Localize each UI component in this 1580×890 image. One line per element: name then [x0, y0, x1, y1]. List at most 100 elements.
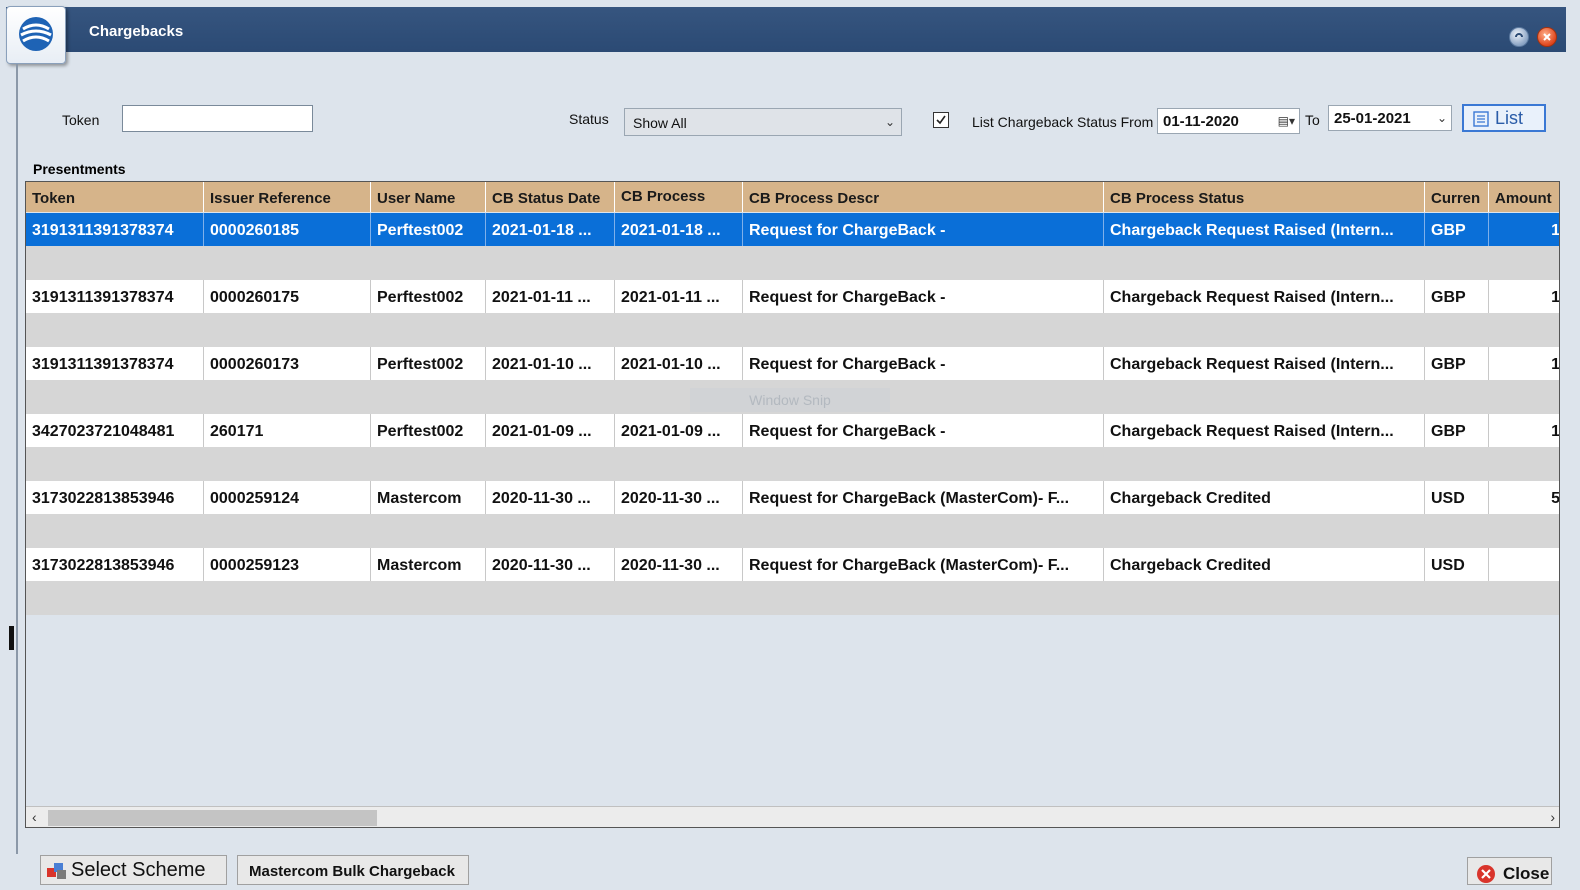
cell-amount: 1: [1489, 347, 1559, 380]
row-spacer: [26, 246, 1559, 280]
window-left-border: [16, 64, 18, 854]
window-title: Chargebacks: [89, 23, 184, 40]
cell-cb-process-status: Chargeback Credited: [1104, 548, 1425, 581]
status-select-value: Show All: [633, 115, 687, 131]
table-row[interactable]: 3191311391378374 0000260185 Perftest002 …: [26, 213, 1559, 246]
cell-cb-process: 2021-01-11 ...: [615, 280, 743, 313]
cell-issuer-reference: 0000259123: [204, 548, 371, 581]
cell-amount: 1: [1489, 414, 1559, 447]
cell-currency: USD: [1425, 481, 1489, 514]
close-button[interactable]: Close: [1467, 857, 1552, 885]
cell-amount: 1: [1489, 213, 1559, 246]
table-row[interactable]: 3191311391378374 0000260175 Perftest002 …: [26, 280, 1559, 313]
cell-cb-process-status: Chargeback Credited: [1104, 481, 1425, 514]
row-spacer: [26, 313, 1559, 347]
cell-currency: GBP: [1425, 414, 1489, 447]
cell-cb-process-status: Chargeback Request Raised (Intern...: [1104, 213, 1425, 246]
cell-currency: GBP: [1425, 347, 1489, 380]
section-title: Presentments: [33, 161, 126, 177]
column-header-cb-status-date[interactable]: CB Status Date: [486, 182, 615, 212]
table-row[interactable]: 3173022813853946 0000259124 Mastercom 20…: [26, 481, 1559, 514]
scroll-left-icon[interactable]: ‹: [32, 809, 37, 825]
chevron-down-icon[interactable]: ⌄: [1437, 111, 1447, 125]
horizontal-scrollbar[interactable]: ‹ ›: [26, 806, 1559, 827]
column-header-cb-process[interactable]: CB Process: [615, 182, 743, 212]
list-from-checkbox[interactable]: [933, 112, 949, 128]
cell-cb-status-date: 2020-11-30 ...: [486, 548, 615, 581]
column-header-issuer-reference[interactable]: Issuer Reference: [204, 182, 371, 212]
scrollbar-thumb[interactable]: [48, 810, 377, 826]
cubes-icon: [47, 863, 66, 879]
scroll-right-icon[interactable]: ›: [1550, 809, 1555, 825]
to-date-picker[interactable]: 25-01-2021 ⌄: [1328, 105, 1452, 131]
cell-issuer-reference: 0000260173: [204, 347, 371, 380]
cell-cb-status-date: 2021-01-10 ...: [486, 347, 615, 380]
column-header-currency[interactable]: Curren: [1425, 182, 1489, 212]
list-button-label: List: [1495, 108, 1524, 128]
status-select[interactable]: Show All ⌄: [624, 108, 902, 136]
table-row[interactable]: 3173022813853946 0000259123 Mastercom 20…: [26, 548, 1559, 581]
cell-user-name: Perftest002: [371, 414, 486, 447]
list-icon: [1473, 111, 1489, 127]
cell-cb-process: 2020-11-30 ...: [615, 481, 743, 514]
mastercom-bulk-chargeback-button[interactable]: Mastercom Bulk Chargeback: [237, 855, 469, 885]
cell-cb-process-descr: Request for ChargeBack (MasterCom)- F...: [743, 481, 1104, 514]
table-row[interactable]: 3427023721048481 260171 Perftest002 2021…: [26, 414, 1559, 447]
cell-issuer-reference: 0000260185: [204, 213, 371, 246]
cell-cb-status-date: 2021-01-18 ...: [486, 213, 615, 246]
column-header-cb-process-status[interactable]: CB Process Status: [1104, 182, 1425, 212]
cell-cb-process: 2020-11-30 ...: [615, 548, 743, 581]
window-close-button[interactable]: [1537, 27, 1557, 47]
cell-cb-process-status: Chargeback Request Raised (Intern...: [1104, 414, 1425, 447]
cell-cb-process-descr: Request for ChargeBack (MasterCom)- F...: [743, 548, 1104, 581]
app-logo: [6, 6, 66, 64]
calendar-dropdown-icon[interactable]: ▤▾: [1278, 114, 1295, 128]
cell-token: 3191311391378374: [26, 280, 204, 313]
column-header-token[interactable]: Token: [26, 182, 204, 212]
cell-issuer-reference: 0000260175: [204, 280, 371, 313]
resize-marker: [9, 626, 14, 650]
cell-user-name: Perftest002: [371, 347, 486, 380]
select-scheme-label: Select Scheme: [71, 859, 206, 881]
cell-issuer-reference: 260171: [204, 414, 371, 447]
column-header-cb-process-descr[interactable]: CB Process Descr: [743, 182, 1104, 212]
from-date-value: 01-11-2020: [1163, 113, 1239, 130]
token-input[interactable]: [122, 105, 313, 132]
cell-user-name: Perftest002: [371, 280, 486, 313]
presentments-grid[interactable]: Token Issuer Reference User Name CB Stat…: [25, 181, 1560, 828]
cell-token: 3173022813853946: [26, 481, 204, 514]
cell-cb-process: 2021-01-09 ...: [615, 414, 743, 447]
cell-cb-process-descr: Request for ChargeBack -: [743, 213, 1104, 246]
title-bar: Chargebacks: [6, 7, 1566, 52]
from-date-picker[interactable]: 01-11-2020 ▤▾: [1157, 108, 1300, 134]
column-header-user-name[interactable]: User Name: [371, 182, 486, 212]
close-button-label: Close: [1503, 864, 1550, 883]
cell-token: 3427023721048481: [26, 414, 204, 447]
table-row[interactable]: 3191311391378374 0000260173 Perftest002 …: [26, 347, 1559, 380]
to-date-value: 25-01-2021: [1334, 110, 1411, 127]
row-spacer: [26, 447, 1559, 481]
cell-token: 3173022813853946: [26, 548, 204, 581]
cell-cb-status-date: 2021-01-11 ...: [486, 280, 615, 313]
cell-user-name: Perftest002: [371, 213, 486, 246]
minimize-button[interactable]: [1509, 27, 1529, 47]
select-scheme-button[interactable]: Select Scheme: [40, 855, 227, 885]
cell-token: 3191311391378374: [26, 347, 204, 380]
snip-watermark: Window Snip: [690, 388, 890, 412]
cell-currency: GBP: [1425, 213, 1489, 246]
grid-header: Token Issuer Reference User Name CB Stat…: [26, 182, 1559, 212]
cell-amount: 1: [1489, 280, 1559, 313]
chevron-down-icon: ⌄: [884, 115, 895, 129]
cell-amount: [1489, 548, 1559, 581]
column-header-amount[interactable]: Amount: [1489, 182, 1559, 212]
close-x-icon: [1543, 33, 1551, 41]
cell-cb-process-status: Chargeback Request Raised (Intern...: [1104, 280, 1425, 313]
cell-cb-process-descr: Request for ChargeBack -: [743, 347, 1104, 380]
cell-user-name: Mastercom: [371, 548, 486, 581]
cell-amount: 5: [1489, 481, 1559, 514]
list-button[interactable]: List: [1462, 104, 1546, 132]
cell-cb-process-descr: Request for ChargeBack -: [743, 414, 1104, 447]
checkmark-icon: [936, 115, 946, 125]
cell-currency: GBP: [1425, 280, 1489, 313]
cell-cb-process: 2021-01-18 ...: [615, 213, 743, 246]
